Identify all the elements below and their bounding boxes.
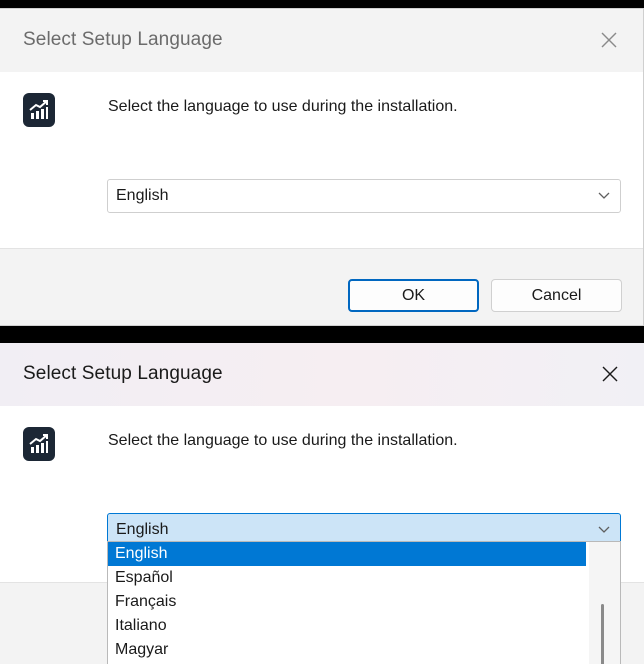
language-dropdown-list: English Español Français Italiano Magyar	[107, 541, 621, 664]
dialog-title: Select Setup Language	[23, 363, 223, 384]
scrollbar-thumb[interactable]	[601, 604, 604, 664]
ok-button-label: OK	[401, 286, 426, 304]
dialog-content: Select the language to use during the in…	[0, 72, 643, 248]
language-option-english[interactable]: English	[108, 542, 586, 566]
language-option-francais[interactable]: Français	[108, 590, 586, 614]
scrollbar[interactable]	[589, 542, 620, 664]
cancel-button-label: Cancel	[531, 286, 582, 304]
language-select-value: English	[116, 187, 169, 204]
chevron-down-icon	[598, 192, 610, 199]
ok-button[interactable]: OK	[348, 279, 479, 312]
language-dialog: Select Setup Language Select the languag…	[0, 8, 644, 326]
chart-growth-icon	[23, 93, 55, 127]
chevron-down-icon	[598, 526, 610, 533]
chart-growth-icon	[23, 427, 55, 461]
language-option-espanol[interactable]: Español	[108, 566, 586, 590]
dialog-title: Select Setup Language	[23, 29, 223, 50]
language-select-value: English	[116, 521, 169, 538]
close-button[interactable]	[596, 360, 624, 388]
language-option-magyar[interactable]: Magyar	[108, 638, 586, 662]
instruction-text: Select the language to use during the in…	[108, 98, 458, 115]
cancel-button[interactable]: Cancel	[491, 279, 622, 312]
close-icon	[602, 366, 618, 382]
instruction-text: Select the language to use during the in…	[108, 432, 458, 449]
language-option-italiano[interactable]: Italiano	[108, 614, 586, 638]
button-bar: OK Cancel	[0, 248, 643, 325]
close-icon	[601, 32, 617, 48]
language-select[interactable]: English	[107, 179, 621, 213]
close-button[interactable]	[595, 26, 623, 54]
title-bar: Select Setup Language	[0, 9, 643, 72]
title-bar: Select Setup Language	[0, 343, 644, 406]
